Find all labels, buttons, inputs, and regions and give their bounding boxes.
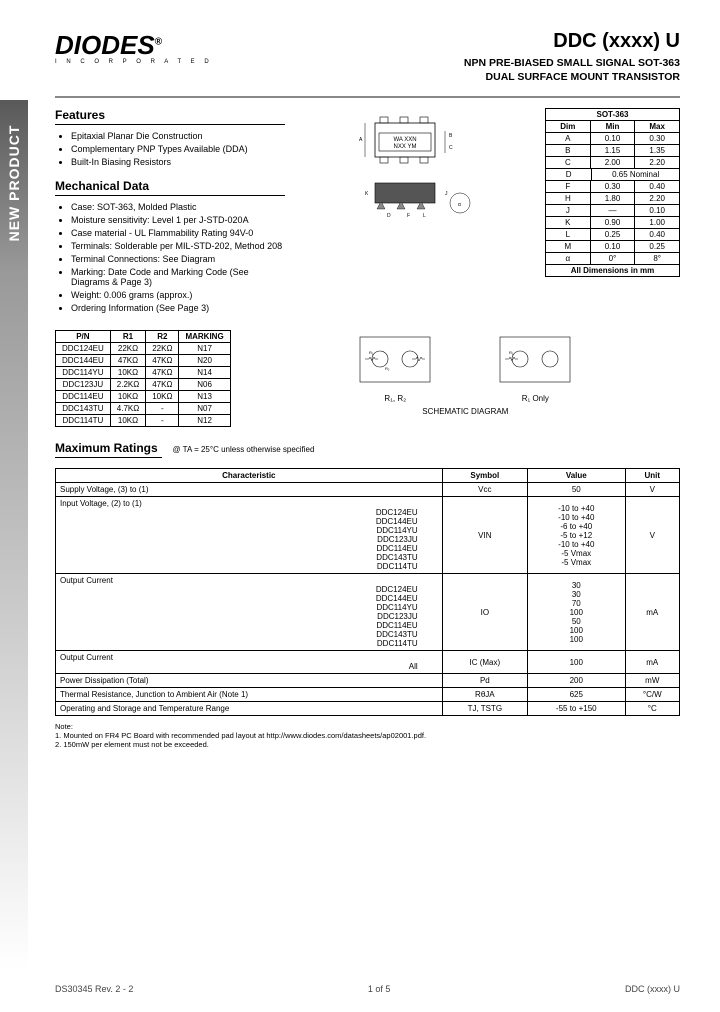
pn-row: DDC114TU10KΩ-N12 — [56, 415, 231, 427]
schematic-r1only: R₁ R₁ Only — [485, 332, 585, 403]
mech-item: Terminals: Solderable per MIL-STD-202, M… — [71, 241, 285, 251]
logo-text: DIODES® — [55, 30, 213, 61]
part-number-table: P/NR1R2MARKING DDC124EU22KΩ22KΩN17DDC144… — [55, 330, 231, 427]
dim-row: B1.151.35 — [545, 145, 680, 157]
pn-row: DDC144EU47KΩ47KΩN20 — [56, 355, 231, 367]
notes-block: Note: 1. Mounted on FR4 PC Board with re… — [55, 722, 680, 749]
svg-text:NXX YM: NXX YM — [394, 144, 417, 150]
max-row: Output CurrentDDC124EU DDC144EU DDC114YU… — [56, 574, 680, 651]
svg-text:L: L — [423, 213, 426, 219]
dim-row: α0°8° — [545, 253, 680, 265]
svg-text:R₁: R₁ — [509, 350, 514, 355]
features-list: Epitaxial Planar Die Construction Complem… — [71, 131, 285, 167]
svg-text:C: C — [449, 145, 453, 151]
dim-row: J—0.10 — [545, 205, 680, 217]
pn-row: DDC114EU10KΩ10KΩN13 — [56, 391, 231, 403]
svg-text:K: K — [365, 191, 369, 197]
features-heading: Features — [55, 108, 285, 125]
feature-item: Epitaxial Planar Die Construction — [71, 131, 285, 141]
svg-text:A: A — [359, 137, 363, 143]
max-row: Output CurrentAllIC (Max)100mA — [56, 651, 680, 674]
schematic-r1r2: R₁ R₂ R₁, R₂ — [345, 332, 445, 403]
side-tab: NEW PRODUCT — [0, 100, 28, 270]
pn-row: DDC123JU2.2KΩ47KΩN06 — [56, 379, 231, 391]
pn-row: DDC124EU22KΩ22KΩN17 — [56, 343, 231, 355]
dimension-table: SOT-363 DimMinMax A0.100.30B1.151.35C2.0… — [545, 108, 680, 277]
footer-right: DDC (xxxx) U — [625, 984, 680, 994]
doc-subtitle: NPN PRE-BIASED SMALL SIGNAL SOT-363DUAL … — [464, 57, 680, 84]
svg-text:B: B — [449, 133, 453, 139]
logo-subtext: I N C O R P O R A T E D — [55, 59, 213, 65]
mech-item: Weight: 0.006 grams (approx.) — [71, 290, 285, 300]
dim-row: C2.002.20 — [545, 157, 680, 169]
mech-item: Case: SOT-363, Molded Plastic — [71, 202, 285, 212]
dim-row: H1.802.20 — [545, 193, 680, 205]
pn-row: DDC143TU4.7KΩ-N07 — [56, 403, 231, 415]
max-ratings-table: CharacteristicSymbolValueUnit Supply Vol… — [55, 468, 680, 716]
dim-row: M0.100.25 — [545, 241, 680, 253]
footer-center: 1 of 5 — [368, 984, 391, 994]
dim-row: D0.65 Nominal — [545, 169, 680, 181]
mech-item: Moisture sensitivity: Level 1 per J-STD-… — [71, 215, 285, 225]
svg-text:α: α — [458, 202, 461, 208]
side-tab-label: NEW PRODUCT — [6, 113, 22, 253]
feature-item: Complementary PNP Types Available (DDA) — [71, 144, 285, 154]
svg-text:WA XXN: WA XXN — [393, 137, 416, 143]
max-row: Supply Voltage, (3) to (1)Vcc50V — [56, 483, 680, 497]
mech-list: Case: SOT-363, Molded Plastic Moisture se… — [71, 202, 285, 313]
doc-title: DDC (xxxx) U — [464, 30, 680, 53]
max-row: Input Voltage, (2) to (1)DDC124EU DDC144… — [56, 497, 680, 574]
mech-item: Terminal Connections: See Diagram — [71, 254, 285, 264]
svg-text:J: J — [445, 191, 448, 197]
package-outline-diagram: WA XXN NXX YM A B C K — [295, 108, 535, 228]
mech-item: Ordering Information (See Page 3) — [71, 303, 285, 313]
max-row: Thermal Resistance, Junction to Ambient … — [56, 688, 680, 702]
svg-text:D: D — [387, 213, 391, 219]
dim-row: L0.250.40 — [545, 229, 680, 241]
mech-item: Case material - UL Flammability Rating 9… — [71, 228, 285, 238]
max-ratings-heading: Maximum Ratings — [55, 441, 162, 458]
schematic-caption: SCHEMATIC DIAGRAM — [251, 407, 680, 416]
title-block: DDC (xxxx) U NPN PRE-BIASED SMALL SIGNAL… — [464, 30, 680, 84]
max-row: Operating and Storage and Temperature Ra… — [56, 702, 680, 716]
svg-text:F: F — [407, 213, 410, 219]
feature-item: Built-In Biasing Resistors — [71, 157, 285, 167]
mech-item: Marking: Date Code and Marking Code (See… — [71, 267, 285, 287]
logo-block: DIODES® I N C O R P O R A T E D — [55, 30, 213, 65]
pn-row: DDC114YU10KΩ47KΩN14 — [56, 367, 231, 379]
gradient-strip — [0, 270, 28, 970]
svg-text:R₂: R₂ — [385, 366, 390, 371]
svg-text:R₁: R₁ — [369, 350, 374, 355]
mech-heading: Mechanical Data — [55, 179, 285, 196]
dim-row: A0.100.30 — [545, 133, 680, 145]
dim-row: K0.901.00 — [545, 217, 680, 229]
footer: DS30345 Rev. 2 - 2 1 of 5 DDC (xxxx) U — [55, 984, 680, 994]
dim-row: F0.300.40 — [545, 181, 680, 193]
max-row: Power Dissipation (Total)Pd200mW — [56, 674, 680, 688]
max-ratings-cond: @ TA = 25°C unless otherwise specified — [172, 445, 314, 454]
footer-left: DS30345 Rev. 2 - 2 — [55, 984, 133, 994]
